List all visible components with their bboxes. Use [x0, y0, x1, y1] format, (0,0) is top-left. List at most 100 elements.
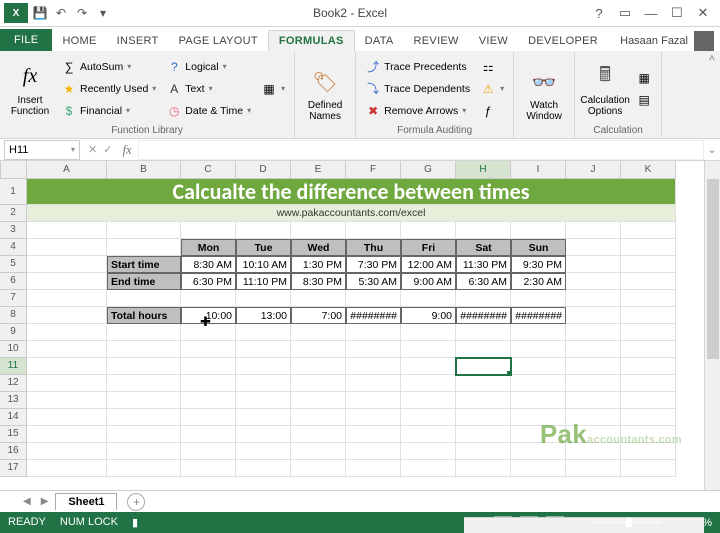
start-cell[interactable]: 11:30 PM [456, 256, 511, 273]
tab-data[interactable]: DATA [355, 31, 404, 51]
autosum-button[interactable]: ∑AutoSum▾ [58, 57, 159, 77]
cell[interactable] [107, 375, 181, 392]
error-check-button[interactable]: ⚠▾ [477, 79, 507, 99]
col-header-J[interactable]: J [566, 161, 621, 179]
cell[interactable] [566, 324, 621, 341]
defined-names-button[interactable]: 🏷 Defined Names [301, 53, 349, 135]
day-header[interactable]: Mon [181, 239, 236, 256]
cell[interactable] [291, 460, 346, 477]
cell[interactable] [401, 443, 456, 460]
cell[interactable] [511, 460, 566, 477]
total-cell[interactable]: ######## [511, 307, 566, 324]
col-header-I[interactable]: I [511, 161, 566, 179]
cell[interactable] [346, 443, 401, 460]
calculation-options-button[interactable]: 🖩 Calculation Options [581, 53, 629, 124]
cell[interactable] [27, 256, 107, 273]
cell[interactable] [107, 290, 181, 307]
tab-home[interactable]: HOME [52, 31, 106, 51]
cell[interactable] [27, 341, 107, 358]
day-header[interactable]: Sun [511, 239, 566, 256]
cell[interactable] [346, 290, 401, 307]
end-label[interactable]: End time [107, 273, 181, 290]
cell[interactable] [346, 409, 401, 426]
col-header-G[interactable]: G [401, 161, 456, 179]
cell[interactable] [291, 290, 346, 307]
cell[interactable] [181, 375, 236, 392]
cell[interactable] [27, 358, 107, 375]
cell[interactable] [621, 460, 676, 477]
cell[interactable] [181, 443, 236, 460]
cell[interactable] [346, 324, 401, 341]
collapse-ribbon-icon[interactable]: ˄ [704, 51, 720, 138]
add-sheet-button[interactable]: + [127, 493, 145, 511]
end-cell[interactable]: 6:30 PM [181, 273, 236, 290]
cell[interactable] [566, 392, 621, 409]
cell[interactable] [107, 222, 181, 239]
cell[interactable] [566, 409, 621, 426]
cell[interactable] [291, 375, 346, 392]
row-header-1[interactable]: 1 [0, 179, 27, 205]
cell[interactable] [401, 290, 456, 307]
row-header-3[interactable]: 3 [0, 222, 27, 239]
enter-formula-icon[interactable]: ✓ [103, 143, 112, 156]
row-header-11[interactable]: 11 [0, 358, 27, 375]
cell[interactable] [346, 222, 401, 239]
cell[interactable] [181, 460, 236, 477]
cell[interactable] [621, 426, 676, 443]
cell[interactable] [456, 324, 511, 341]
insert-function-button[interactable]: fx Insert Function [6, 53, 54, 124]
cell[interactable] [566, 460, 621, 477]
cell[interactable] [346, 460, 401, 477]
formula-bar[interactable] [138, 140, 704, 160]
start-cell[interactable]: 1:30 PM [291, 256, 346, 273]
save-icon[interactable]: 💾 [31, 4, 49, 22]
cell[interactable] [401, 222, 456, 239]
cell[interactable] [291, 222, 346, 239]
row-header-14[interactable]: 14 [0, 409, 27, 426]
cell[interactable] [456, 392, 511, 409]
cell[interactable] [236, 426, 291, 443]
minimize-icon[interactable]: — [640, 4, 662, 22]
cell[interactable] [107, 460, 181, 477]
cell[interactable] [27, 392, 107, 409]
col-header-K[interactable]: K [621, 161, 676, 179]
col-header-C[interactable]: C [181, 161, 236, 179]
avatar[interactable] [694, 31, 714, 51]
cell[interactable] [621, 324, 676, 341]
row-header-17[interactable]: 17 [0, 460, 27, 477]
cell[interactable] [456, 222, 511, 239]
redo-icon[interactable]: ↷ [73, 4, 91, 22]
cell[interactable] [621, 443, 676, 460]
start-cell[interactable]: 9:30 PM [511, 256, 566, 273]
remove-arrows-button[interactable]: ✖Remove Arrows▾ [362, 101, 473, 121]
cell[interactable] [621, 290, 676, 307]
cell[interactable] [181, 358, 236, 375]
total-cell[interactable]: 7:00 [291, 307, 346, 324]
cell[interactable] [107, 341, 181, 358]
total-cell[interactable]: 9:00 [401, 307, 456, 324]
sheet-nav-next-icon[interactable]: ▶ [38, 496, 52, 507]
cell[interactable] [107, 239, 181, 256]
expand-formula-bar-icon[interactable]: ⌄ [704, 143, 720, 156]
cell[interactable] [566, 426, 621, 443]
tab-file[interactable]: FILE [0, 29, 52, 51]
trace-dependents-button[interactable]: ⤵Trace Dependents [362, 79, 473, 99]
cell[interactable] [27, 307, 107, 324]
cell[interactable] [27, 443, 107, 460]
cell[interactable] [566, 290, 621, 307]
day-header[interactable]: Tue [236, 239, 291, 256]
watch-window-button[interactable]: 👓 Watch Window [520, 53, 568, 135]
cell[interactable] [27, 324, 107, 341]
col-header-A[interactable]: A [27, 161, 107, 179]
cell[interactable] [621, 256, 676, 273]
tab-page-layout[interactable]: PAGE LAYOUT [169, 31, 268, 51]
row-header-9[interactable]: 9 [0, 324, 27, 341]
scroll-thumb[interactable] [707, 179, 719, 359]
cell[interactable] [456, 460, 511, 477]
cell[interactable] [346, 358, 401, 375]
cell[interactable] [181, 324, 236, 341]
cell[interactable] [566, 273, 621, 290]
cell[interactable] [27, 290, 107, 307]
cell[interactable] [566, 341, 621, 358]
more-functions-button[interactable]: ▦▾ [258, 79, 288, 99]
